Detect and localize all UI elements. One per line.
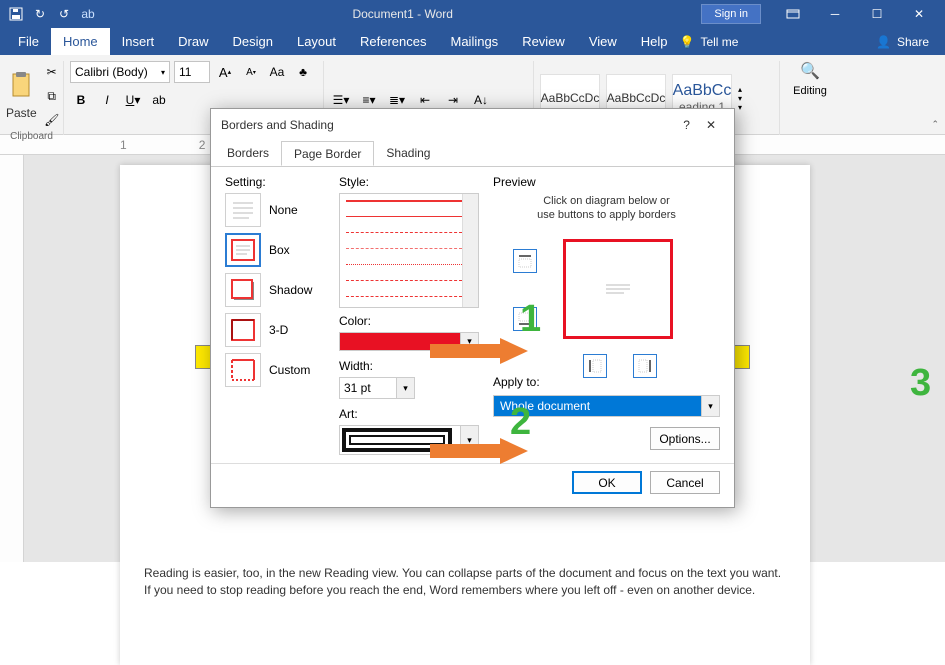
tab-help[interactable]: Help [629,28,680,55]
tab-review[interactable]: Review [510,28,577,55]
annotation-1: 1 [520,298,541,341]
clear-format-icon[interactable]: ab [78,4,98,24]
tab-mailings[interactable]: Mailings [439,28,511,55]
ribbon-tabs: File Home Insert Draw Design Layout Refe… [0,28,945,55]
tab-borders[interactable]: Borders [215,141,281,166]
bold-icon[interactable]: B [70,89,92,111]
save-icon[interactable] [6,4,26,24]
copy-icon[interactable]: ⧉ [41,85,63,107]
border-left-button[interactable] [583,354,607,378]
tab-file[interactable]: File [6,28,51,55]
dialog-title: Borders and Shading [221,118,334,132]
style-list[interactable] [339,193,479,308]
setting-shadow[interactable]: Shadow [225,273,325,307]
maximize-icon[interactable]: ☐ [857,0,897,28]
share-icon: 👤 [876,35,891,49]
vertical-ruler [0,155,24,562]
tab-design[interactable]: Design [221,28,285,55]
tab-layout[interactable]: Layout [285,28,348,55]
width-input[interactable]: 31 pt [339,377,397,399]
preview-hint-2: use buttons to apply borders [493,209,720,221]
preview-hint-1: Click on diagram below or [493,195,720,207]
setting-box[interactable]: Box [225,233,325,267]
undo-icon[interactable]: ↻ [30,4,50,24]
paste-button[interactable]: Paste [6,72,37,120]
close-icon[interactable]: ✕ [899,0,939,28]
cut-icon[interactable]: ✂ [41,61,63,83]
style-label: Style: [339,175,479,189]
tab-home[interactable]: Home [51,28,110,55]
setting-shadow-label: Shadow [269,283,312,297]
ok-button[interactable]: OK [572,471,642,494]
dialog-help-icon[interactable]: ? [675,114,698,136]
title-bar: ↻ ↺ ab Document1 - Word Sign in ─ ☐ ✕ [0,0,945,28]
tab-references[interactable]: References [348,28,438,55]
width-dropdown-icon[interactable]: ▾ [397,377,415,399]
italic-icon[interactable]: I [96,89,118,111]
tab-page-border[interactable]: Page Border [281,141,374,166]
setting-custom-label: Custom [269,363,310,377]
tab-shading[interactable]: Shading [374,141,442,166]
style-more-icon[interactable]: ▾ [738,103,754,112]
setting-none-label: None [269,203,298,217]
setting-custom[interactable]: Custom [225,353,325,387]
collapse-ribbon-icon[interactable]: ⌃ [931,119,939,130]
setting-3d[interactable]: 3-D [225,313,325,347]
annotation-arrow-2 [430,438,530,468]
preview-page[interactable] [563,239,673,339]
style-scroll-down-icon[interactable]: ▾ [738,94,754,103]
document-title: Document1 - Word [104,7,701,21]
art-label: Art: [339,407,479,421]
strikethrough-icon[interactable]: ab [148,89,170,111]
border-right-button[interactable] [633,354,657,378]
underline-icon[interactable]: U ▾ [122,89,144,111]
setting-3d-label: 3-D [269,323,288,337]
font-size-select[interactable]: 11 [174,61,210,83]
grow-font-icon[interactable]: A▴ [214,61,236,83]
document-text: Reading is easier, too, in the new Readi… [144,565,786,600]
editing-label[interactable]: Editing [793,85,827,97]
apply-dropdown-icon[interactable]: ▾ [701,396,719,416]
clear-formatting-icon[interactable]: ♣ [292,61,314,83]
tab-insert[interactable]: Insert [110,28,167,55]
tab-view[interactable]: View [577,28,629,55]
preview-label: Preview [493,175,720,189]
clipboard-group-label: Clipboard [6,131,57,144]
tab-draw[interactable]: Draw [166,28,220,55]
shrink-font-icon[interactable]: A▾ [240,61,262,83]
cancel-button[interactable]: Cancel [650,471,720,494]
setting-box-label: Box [269,243,290,257]
format-painter-icon[interactable]: 🖌 [41,109,63,131]
setting-label: Setting: [225,175,325,189]
tell-me-button[interactable]: Tell me [700,35,738,49]
redo-icon[interactable]: ↺ [54,4,74,24]
annotation-arrow-1 [430,338,530,368]
ribbon-display-icon[interactable] [773,0,813,28]
annotation-3: 3 [910,362,931,405]
bulb-icon: 💡 [680,35,695,49]
style-scrollbar[interactable] [462,194,478,307]
paste-label: Paste [6,106,37,120]
share-button[interactable]: Share [897,35,929,49]
style-scroll-up-icon[interactable]: ▴ [738,85,754,94]
setting-none[interactable]: None [225,193,325,227]
minimize-icon[interactable]: ─ [815,0,855,28]
sign-in-button[interactable]: Sign in [701,4,761,24]
find-icon[interactable]: 🔍 [800,61,820,81]
border-top-button[interactable] [513,249,537,273]
color-label: Color: [339,314,479,328]
change-case-icon[interactable]: Aa [266,61,288,83]
dialog-close-icon[interactable]: ✕ [698,114,724,136]
font-name-select[interactable]: Calibri (Body)▾ [70,61,170,83]
options-button[interactable]: Options... [650,427,720,450]
